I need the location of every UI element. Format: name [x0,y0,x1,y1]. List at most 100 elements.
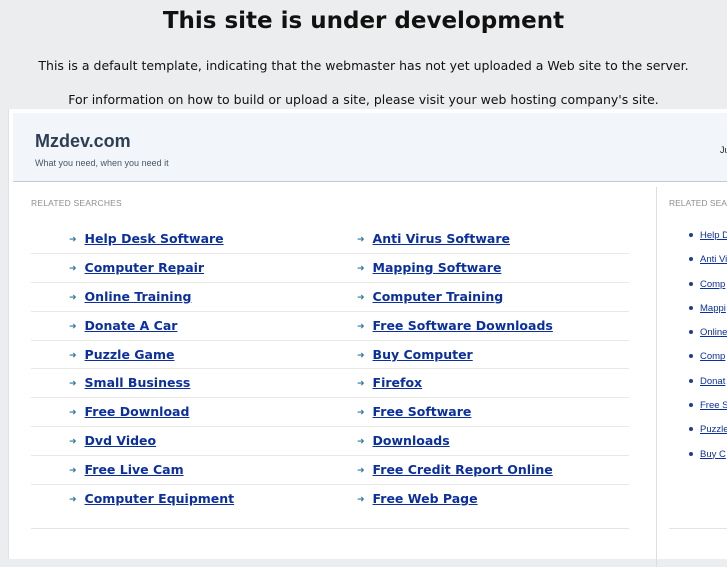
search-link-item[interactable]: ➜ Help Desk Software [69,225,224,253]
search-link-item[interactable]: ➜ Online Training [69,283,191,311]
search-link[interactable]: Dvd Video [85,433,157,448]
arrow-icon: ➜ [357,321,365,332]
search-row: ➜ Small Business ➜ Firefox [31,369,629,399]
search-link-item[interactable]: ➜ Donate A Car [69,312,177,340]
search-link[interactable]: Buy Computer [373,347,473,362]
sidebar-related-list: Help D Anti Vi Comp Mappi Online Comp Do… [689,230,727,473]
site-brand[interactable]: Mzdev.com [35,131,131,152]
grid-bottom-divider [31,528,629,529]
arrow-icon: ➜ [357,350,365,361]
bullet-icon [689,427,693,432]
sidebar-link[interactable]: Comp [700,351,725,362]
search-link[interactable]: Computer Training [373,289,504,304]
parked-page-frame: Mzdev.com What you need, when you need i… [8,109,727,567]
sidebar-link[interactable]: Anti Vi [700,254,727,265]
bullet-icon [689,354,693,359]
search-link[interactable]: Mapping Software [373,260,502,275]
search-link[interactable]: Free Software [373,404,472,419]
search-link[interactable]: Online Training [85,289,192,304]
search-link[interactable]: Donate A Car [85,318,178,333]
search-link[interactable]: Free Download [85,404,190,419]
search-link[interactable]: Anti Virus Software [373,231,510,246]
search-link-item[interactable]: ➜ Computer Repair [69,254,204,282]
arrow-icon: ➜ [69,235,77,245]
sidebar-link[interactable]: Free S [700,400,727,411]
search-row: ➜ Computer Repair ➜ Mapping Software [31,254,629,283]
search-link[interactable]: Help Desk Software [85,231,224,246]
sidebar-bottom-divider [669,528,727,529]
search-row: ➜ Dvd Video ➜ Downloads [31,427,629,457]
arrow-icon: ➜ [69,321,77,332]
search-link-item[interactable]: ➜ Buy Computer [357,341,473,369]
search-link[interactable]: Computer Equipment [85,491,235,506]
search-link-item[interactable]: ➜ Puzzle Game [69,341,174,369]
search-link[interactable]: Downloads [373,433,450,448]
sidebar-link-item[interactable]: Online [689,327,727,351]
sidebar-link[interactable]: Mappi [700,303,726,314]
sidebar-related-label: RELATED SEA [669,198,727,208]
sidebar-link[interactable]: Comp [700,279,725,290]
sidebar-link-item[interactable]: Anti Vi [689,254,727,278]
search-link-item[interactable]: ➜ Free Software [357,398,471,426]
sidebar-link[interactable]: Help D [700,230,727,241]
arrow-icon: ➜ [357,379,365,390]
search-row: ➜ Free Live Cam ➜ Free Credit Report Onlin… [31,456,629,486]
sidebar-link-item[interactable]: Mappi [689,303,727,327]
site-tagline: What you need, when you need it [35,158,169,168]
sidebar-link-item[interactable]: Buy C [689,449,727,473]
search-link-item[interactable]: ➜ Downloads [357,427,450,455]
site-header: Mzdev.com What you need, when you need i… [13,113,727,182]
search-link-item[interactable]: ➜ Anti Virus Software [357,225,510,253]
sidebar-link-item[interactable]: Puzzle [689,424,727,448]
search-link-item[interactable]: ➜ Free Credit Report Online [357,456,553,484]
sidebar-link-item[interactable]: Free S [689,400,727,424]
search-link[interactable]: Free Software Downloads [373,318,553,333]
search-link-item[interactable]: ➜ Free Software Downloads [357,312,553,340]
bullet-icon [689,305,693,310]
search-link-item[interactable]: ➜ Free Live Cam [69,456,184,484]
arrow-icon: ➜ [69,263,77,274]
search-link[interactable]: Firefox [373,375,423,390]
search-link[interactable]: Free Credit Report Online [373,462,553,477]
arrow-icon: ➜ [69,379,77,390]
arrow-icon: ➜ [69,292,77,303]
search-link[interactable]: Small Business [85,375,191,390]
search-link[interactable]: Free Live Cam [85,462,184,477]
sidebar-link-item[interactable]: Help D [689,230,727,254]
search-row: ➜ Help Desk Software ➜ Anti Virus Software [31,225,629,254]
arrow-icon: ➜ [357,495,365,506]
notice-title: This site is under development [162,8,565,34]
related-searches-label: RELATED SEARCHES [31,198,122,208]
sidebar-link[interactable]: Buy C [700,449,726,460]
bullet-icon [689,403,693,408]
search-link-item[interactable]: ➜ Free Web Page [357,485,478,513]
search-row: ➜ Free Download ➜ Free Software [31,398,629,428]
bullet-icon [689,330,693,335]
search-link-item[interactable]: ➜ Dvd Video [69,427,156,455]
search-link-item[interactable]: ➜ Computer Equipment [69,485,234,513]
search-row: ➜ Donate A Car ➜ Free Software Downloads [31,312,629,341]
bullet-icon [689,257,693,262]
notice-line-2: For information on how to build or uploa… [68,92,659,107]
arrow-icon: ➜ [69,495,77,506]
search-link[interactable]: Puzzle Game [85,347,175,362]
search-row: ➜ Computer Equipment ➜ Free Web Page [31,485,629,514]
bullet-icon [689,451,693,456]
sidebar-link-item[interactable]: Donat [689,376,727,400]
search-link-item[interactable]: ➜ Computer Training [357,283,503,311]
search-link[interactable]: Free Web Page [373,491,478,506]
search-link[interactable]: Computer Repair [85,260,205,275]
sidebar-link[interactable]: Puzzle [700,424,727,435]
search-link-item[interactable]: ➜ Free Download [69,398,189,426]
sidebar-divider [656,187,657,567]
sidebar-link-item[interactable]: Comp [689,279,727,303]
arrow-icon: ➜ [69,350,77,361]
sidebar-link[interactable]: Online [700,327,727,338]
arrow-icon: ➜ [69,437,77,448]
search-link-item[interactable]: ➜ Small Business [69,369,190,397]
sidebar-link[interactable]: Donat [700,376,725,387]
search-link-item[interactable]: ➜ Firefox [357,369,422,397]
arrow-icon: ➜ [69,466,77,477]
sidebar-link-item[interactable]: Comp [689,351,727,375]
search-link-item[interactable]: ➜ Mapping Software [357,254,501,282]
